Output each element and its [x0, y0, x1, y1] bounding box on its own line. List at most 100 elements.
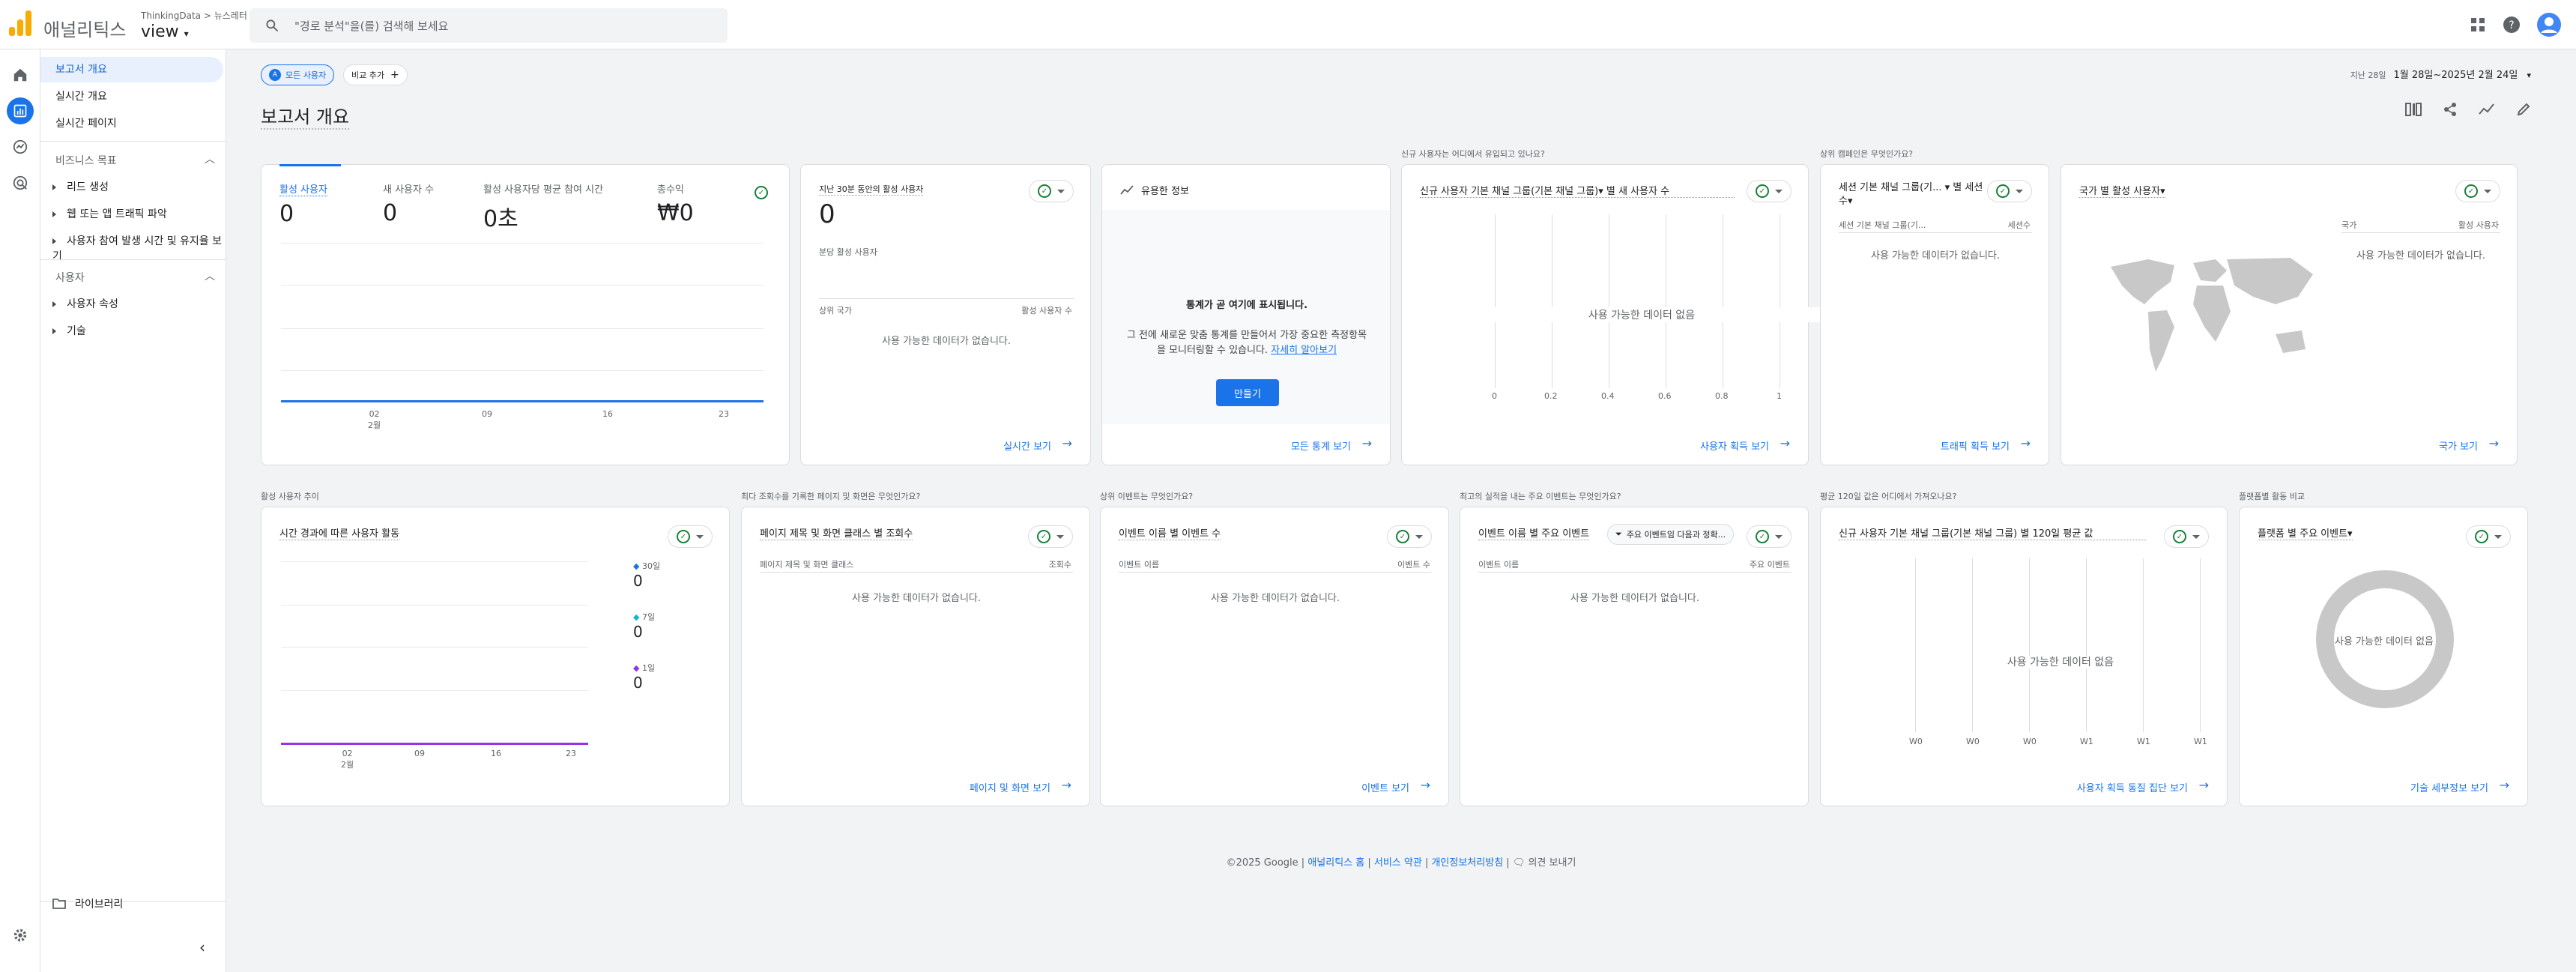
- collapse-chevron-icon[interactable]: ‹: [199, 938, 205, 956]
- nav-reports-snapshot[interactable]: 보고서 개요: [40, 57, 223, 82]
- footer-link-terms[interactable]: 서비스 약관: [1374, 857, 1422, 869]
- check-icon[interactable]: ✓: [755, 186, 768, 199]
- view-pages-link[interactable]: 페이지 및 화면 보기: [970, 780, 1050, 794]
- nav-tech[interactable]: 기술: [52, 323, 86, 338]
- analytics-logo-icon[interactable]: [9, 10, 31, 36]
- x-tick: 0.2: [1544, 391, 1558, 401]
- nav-engagement[interactable]: 사용자 참여 발생 시간 및 유지율 보기: [52, 233, 226, 263]
- insights-icon: [1120, 184, 1134, 195]
- comparison-toggle[interactable]: ✓: [1387, 525, 1432, 548]
- property-selector[interactable]: view ▾: [141, 22, 189, 41]
- x-tick: 02 2월: [368, 409, 381, 430]
- footer-link-privacy[interactable]: 개인정보처리방침: [1431, 857, 1503, 869]
- arrow-right-icon[interactable]: →: [1062, 436, 1072, 450]
- view-realtime-link[interactable]: 실시간 보기: [1003, 438, 1051, 453]
- share-icon[interactable]: [2443, 102, 2458, 117]
- card-title[interactable]: 이벤트 이름 별 이벤트 수: [1119, 525, 1221, 540]
- nav-lead-generation[interactable]: 리드 생성: [52, 179, 109, 194]
- arrow-right-icon[interactable]: →: [2021, 436, 2031, 450]
- filter-chip[interactable]: ⏷ 주요 이벤트임 다음과 정확...: [1607, 524, 1735, 545]
- add-comparison-chip[interactable]: 비교 추가 +: [343, 64, 408, 85]
- insights-icon[interactable]: [2479, 102, 2495, 117]
- nav-realtime-overview[interactable]: 실시간 개요: [40, 84, 223, 109]
- explore-icon[interactable]: [7, 133, 34, 160]
- chip-label: 모든 사용자: [285, 70, 327, 80]
- view-events-link[interactable]: 이벤트 보기: [1361, 780, 1409, 794]
- column-header: 주요 이벤트: [1749, 560, 1790, 570]
- feedback-link[interactable]: 의견 보내기: [1528, 857, 1576, 869]
- search-input[interactable]: "경로 분석"을(를) 검색해 보세요: [294, 18, 448, 34]
- account-breadcrumb[interactable]: ThinkingData > 뉴스레터: [141, 9, 247, 22]
- create-button[interactable]: 만들기: [1216, 379, 1279, 406]
- reports-icon[interactable]: [7, 97, 34, 124]
- view-traffic-acquisition-link[interactable]: 트래픽 획득 보기: [1941, 438, 2010, 453]
- nav-user-attributes[interactable]: 사용자 속성: [52, 296, 118, 311]
- metric-avg-engagement[interactable]: 활성 사용자당 평균 참여 시간 0초: [483, 181, 603, 233]
- arrow-right-icon[interactable]: →: [1062, 778, 1071, 792]
- column-header: 이벤트 수: [1397, 560, 1430, 570]
- x-tick: 0: [1492, 391, 1497, 401]
- comparison-toggle[interactable]: ✓: [2164, 525, 2209, 548]
- avatar-icon[interactable]: [2537, 13, 2561, 37]
- legend-label: 30일: [641, 561, 661, 571]
- empty-message: 사용 가능한 데이터 없음: [2335, 636, 2434, 648]
- search-bar[interactable]: "경로 분석"을(를) 검색해 보세요: [250, 8, 728, 43]
- card-realtime: 지난 30분 동안의 활성 사용자 ✓ 0 분당 활성 사용자 상위 국가 활성…: [800, 164, 1091, 465]
- comparison-toggle[interactable]: ✓: [2466, 525, 2511, 548]
- edit-pencil-icon[interactable]: [2516, 102, 2531, 117]
- view-cohort-link[interactable]: 사용자 획득 동질 집단 보기: [2077, 780, 2188, 794]
- card-title[interactable]: 이벤트 이름 별 주요 이벤트: [1478, 525, 1590, 540]
- nav-traffic[interactable]: 웹 또는 앱 트래픽 파악: [52, 206, 167, 221]
- card-title[interactable]: 신규 사용자 기본 채널 그룹(기본 채널 그룹) 별 120일 평균 값: [1839, 525, 2146, 540]
- metric-label: 활성 사용자: [279, 181, 327, 196]
- card-title[interactable]: 페이지 제목 및 화면 클래스 별 조회수: [760, 525, 913, 540]
- card-title[interactable]: 플랫폼 별 주요 이벤트▾: [2258, 525, 2353, 540]
- realtime-sub: 분당 활성 사용자: [819, 247, 877, 257]
- card-title[interactable]: 세션 기본 채널 그룹(기... ▾ 별 세션수▾: [1839, 181, 1989, 208]
- card-title[interactable]: 국가 별 활성 사용자▾: [2079, 183, 2165, 198]
- admin-gear-icon[interactable]: [7, 922, 34, 949]
- learn-more-link[interactable]: 자세히 알아보기: [1271, 345, 1337, 356]
- help-icon[interactable]: ?: [2503, 16, 2521, 34]
- footer-link-home[interactable]: 애널리틱스 홈: [1307, 857, 1364, 869]
- arrow-right-icon[interactable]: →: [2199, 778, 2209, 792]
- nav-library[interactable]: 라이브러리: [52, 896, 123, 911]
- comparison-toggle[interactable]: ✓: [1747, 525, 1792, 548]
- card-title[interactable]: 신규 사용자 기본 채널 그룹(기본 채널 그룹)▾ 별 새 사용자 수: [1420, 183, 1735, 198]
- chevron-up-icon[interactable]: ︿: [205, 268, 215, 283]
- arrow-right-icon[interactable]: →: [2500, 778, 2509, 792]
- comparison-toggle[interactable]: ✓: [1029, 180, 1074, 202]
- feedback-icon[interactable]: 🗨: [1513, 857, 1526, 869]
- x-tick: 23: [566, 749, 576, 758]
- advertising-icon[interactable]: [7, 169, 34, 196]
- comparison-toggle[interactable]: ✓: [668, 525, 713, 548]
- metric-active-users[interactable]: 활성 사용자 0: [279, 181, 327, 227]
- metric-value: ₩0: [657, 200, 694, 226]
- view-tech-details-link[interactable]: 기술 세부정보 보기: [2410, 780, 2488, 794]
- compare-icon[interactable]: [2405, 102, 2422, 117]
- nav-section-user[interactable]: 사용자: [55, 270, 85, 285]
- arrow-right-icon[interactable]: →: [1780, 436, 1790, 450]
- card-ltv-channel: 신규 사용자 기본 채널 그룹(기본 채널 그룹) 별 120일 평균 값 ✓ …: [1820, 507, 2228, 806]
- arrow-right-icon[interactable]: →: [1421, 778, 1430, 792]
- nav-section-business-objectives[interactable]: 비즈니스 목표: [55, 153, 117, 168]
- view-all-insights-link[interactable]: 모든 통계 보기: [1291, 438, 1351, 453]
- arrow-right-icon[interactable]: →: [1362, 436, 1372, 450]
- card-title: 시간 경과에 따른 사용자 활동: [279, 525, 400, 540]
- chevron-up-icon[interactable]: ︿: [205, 151, 215, 166]
- filter-label: 주요 이벤트임 다음과 정확...: [1626, 530, 1726, 540]
- arrow-right-icon[interactable]: →: [2489, 436, 2499, 450]
- comparison-toggle[interactable]: ✓: [1747, 180, 1792, 202]
- nav-realtime-pages[interactable]: 실시간 페이지: [40, 111, 223, 136]
- comparison-toggle[interactable]: ✓: [1987, 180, 2032, 202]
- date-range-picker[interactable]: 지난 28일 1월 28일~2025년 2월 24일 ▾: [2350, 67, 2531, 81]
- view-countries-link[interactable]: 국가 보기: [2439, 438, 2478, 453]
- home-icon[interactable]: [7, 61, 34, 88]
- metric-new-users[interactable]: 새 사용자 수 0: [383, 181, 434, 226]
- metric-revenue[interactable]: 총수익 ₩0: [657, 181, 694, 226]
- segment-all-users-chip[interactable]: A 모든 사용자: [261, 64, 335, 85]
- comparison-toggle[interactable]: ✓: [1028, 525, 1073, 548]
- view-user-acquisition-link[interactable]: 사용자 획득 보기: [1700, 438, 1769, 453]
- apps-grid-icon[interactable]: [2470, 16, 2486, 33]
- comparison-toggle[interactable]: ✓: [2455, 180, 2500, 202]
